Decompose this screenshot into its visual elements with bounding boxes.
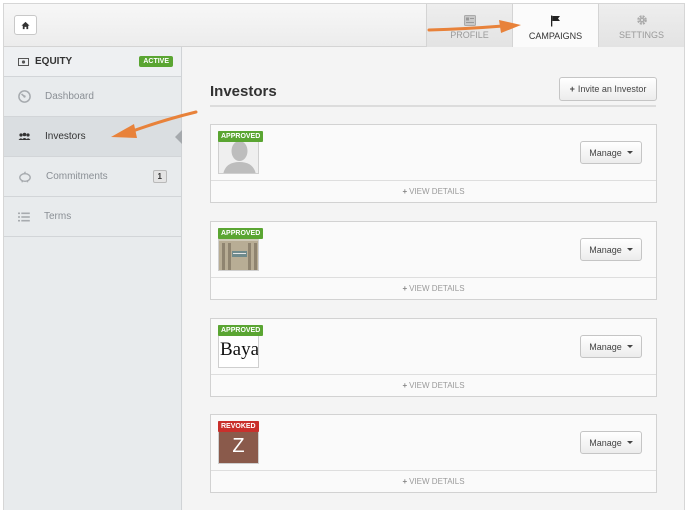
sidebar: EQUITY ACTIVE Dashboard Investors Commit…	[4, 47, 182, 510]
investor-card: REVOKED Z Manage + VIEW DETAILS	[210, 414, 657, 493]
avatar-initial: Z	[232, 435, 245, 457]
investor-card: APPROVED Baya Manage + VIEW DETAILS	[210, 318, 657, 397]
details-label: VIEW DETAILS	[409, 477, 465, 486]
plus-icon: +	[402, 477, 408, 486]
active-pointer	[175, 130, 182, 144]
commitments-count-badge: 1	[152, 170, 167, 183]
top-tabs: PROFILE CAMPAIGNS SETTINGS	[426, 4, 684, 48]
sidebar-item-terms[interactable]: Terms	[4, 197, 181, 237]
view-details-link[interactable]: + VIEW DETAILS	[211, 471, 656, 492]
title-divider	[210, 105, 656, 107]
sidebar-item-dashboard[interactable]: Dashboard	[4, 77, 181, 117]
profile-icon	[463, 14, 476, 26]
flag-icon	[551, 15, 560, 27]
manage-label: Manage	[589, 341, 622, 352]
money-icon	[18, 57, 29, 66]
tab-profile[interactable]: PROFILE	[426, 4, 512, 47]
view-details-link[interactable]: + VIEW DETAILS	[211, 278, 656, 299]
top-bar: PROFILE CAMPAIGNS SETTINGS	[4, 4, 684, 48]
campaign-title: EQUITY	[35, 56, 73, 67]
sidebar-item-label: Terms	[44, 211, 72, 222]
details-label: VIEW DETAILS	[409, 284, 465, 293]
main-content: Investors + Invite an Investor APPROVED …	[183, 47, 684, 510]
manage-button[interactable]: Manage	[580, 141, 642, 164]
sidebar-item-label: Dashboard	[45, 91, 94, 102]
app-frame: PROFILE CAMPAIGNS SETTINGS EQUITY ACTIVE…	[3, 3, 685, 510]
manage-label: Manage	[589, 147, 622, 158]
tab-label: PROFILE	[450, 30, 489, 40]
invite-label: Invite an Investor	[577, 84, 647, 94]
status-badge: REVOKED	[218, 421, 259, 432]
caret-down-icon	[626, 151, 633, 154]
plus-icon: +	[402, 381, 408, 390]
plus-icon: +	[569, 84, 575, 94]
status-badge: ACTIVE	[139, 56, 173, 67]
manage-button[interactable]: Manage	[580, 335, 642, 358]
page-title: Investors	[210, 83, 277, 100]
details-label: VIEW DETAILS	[409, 381, 465, 390]
caret-down-icon	[626, 441, 633, 444]
view-details-link[interactable]: + VIEW DETAILS	[211, 375, 656, 396]
view-details-link[interactable]: + VIEW DETAILS	[211, 181, 656, 202]
gear-icon	[636, 15, 647, 25]
sidebar-item-label: Investors	[45, 131, 86, 142]
status-badge: APPROVED	[218, 325, 264, 336]
tab-settings[interactable]: SETTINGS	[598, 4, 684, 47]
plus-icon: +	[402, 187, 408, 196]
sidebar-item-investors[interactable]: Investors	[4, 117, 182, 157]
sidebar-item-commitments[interactable]: Commitments 1	[4, 157, 181, 197]
campaign-header: EQUITY ACTIVE	[4, 47, 181, 77]
manage-label: Manage	[589, 437, 622, 448]
plus-icon: +	[402, 284, 408, 293]
details-label: VIEW DETAILS	[409, 187, 465, 196]
piggy-bank-icon	[19, 170, 31, 182]
home-button[interactable]	[14, 15, 37, 35]
tab-label: SETTINGS	[618, 30, 664, 40]
tab-label: CAMPAIGNS	[528, 31, 583, 41]
caret-down-icon	[626, 248, 633, 251]
invite-investor-button[interactable]: + Invite an Investor	[559, 77, 657, 101]
manage-button[interactable]: Manage	[580, 431, 642, 454]
investor-card: APPROVED Manage + VIEW DETAILS	[210, 221, 657, 300]
manage-label: Manage	[589, 244, 622, 255]
sidebar-item-label: Commitments	[46, 171, 108, 182]
tab-campaigns[interactable]: CAMPAIGNS	[512, 4, 598, 48]
status-badge: APPROVED	[218, 131, 264, 142]
avatar-logo-text: Baya	[220, 339, 259, 360]
investor-card: APPROVED Manage + VIEW DETAILS	[210, 124, 657, 203]
caret-down-icon	[626, 345, 633, 348]
dashboard-icon	[18, 90, 31, 103]
status-badge: APPROVED	[218, 228, 264, 239]
people-icon	[18, 132, 31, 140]
manage-button[interactable]: Manage	[580, 238, 642, 261]
home-icon	[21, 21, 30, 29]
list-icon	[18, 212, 30, 221]
